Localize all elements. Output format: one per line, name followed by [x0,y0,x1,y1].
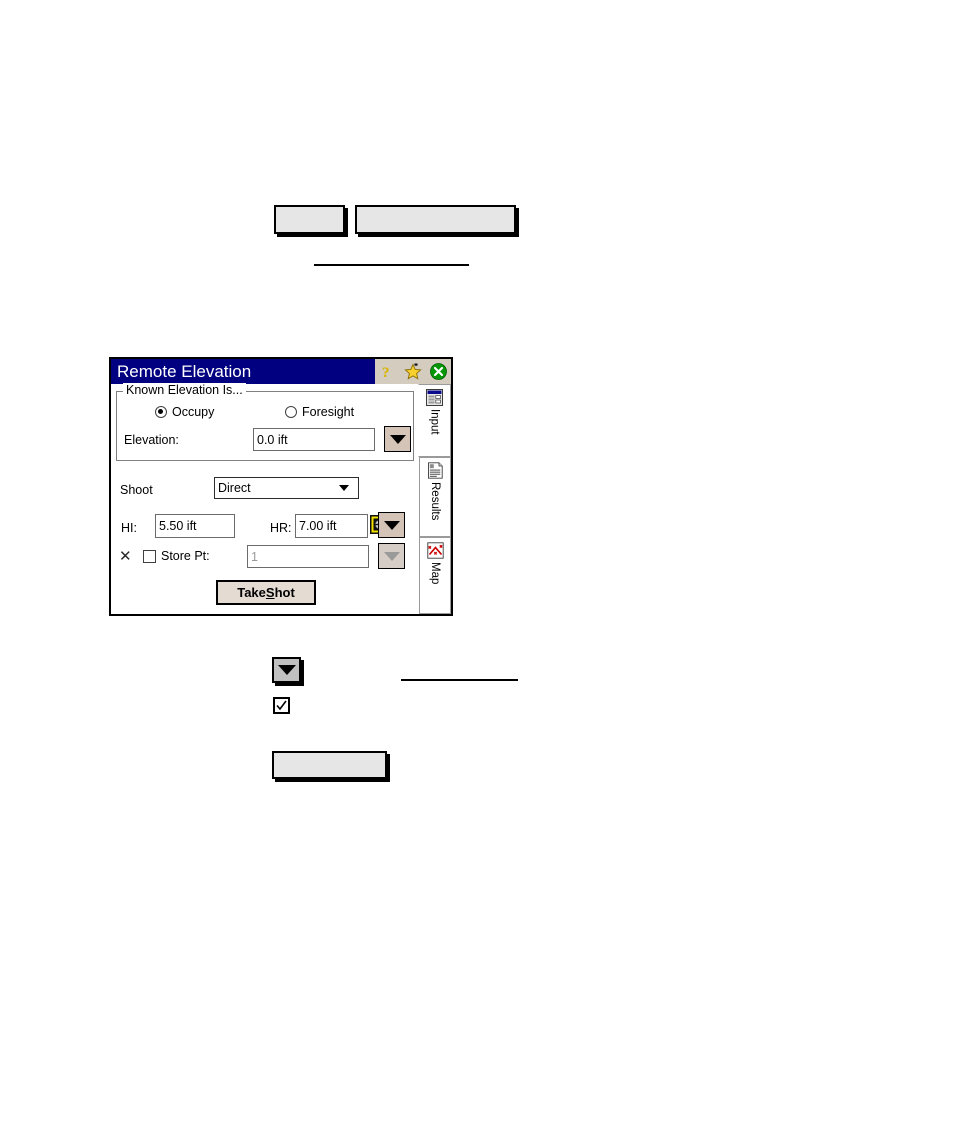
tab-input[interactable]: Input [418,384,451,457]
underline-rule-bottom [401,679,518,681]
small-callout-box [274,205,345,234]
take-shot-label-before: Take [237,585,266,600]
chevron-down-icon [339,485,349,491]
radio-occupy[interactable]: Occupy [155,405,214,419]
chevron-down-icon [383,551,400,561]
hi-input[interactable]: 5.50 ift [155,514,235,538]
document-report-icon [427,462,443,479]
tab-results[interactable]: Results [420,457,451,537]
elevation-dropdown-button[interactable] [384,426,411,452]
form-window-icon [426,389,443,406]
dialog-form-area: Known Elevation Is... Occupy Foresight E… [111,383,419,614]
elevation-input[interactable]: 0.0 ift [253,428,375,451]
take-shot-button[interactable]: Take Shot [216,580,316,605]
shoot-label: Shoot [120,483,153,497]
favorite-star-icon[interactable] [404,363,422,381]
store-pt-label: Store Pt: [161,549,210,563]
legend-checkbox[interactable] [273,697,290,714]
chevron-down-icon [389,434,406,444]
tab-results-label: Results [429,482,441,521]
favorite-star-icon-glyph [404,363,422,380]
tab-input-label: Input [428,409,441,435]
svg-text:?: ? [382,365,390,380]
close-icon-glyph [429,363,447,380]
underline-rule-top [314,264,469,266]
radio-foresight-indicator [285,406,297,418]
elevation-label: Elevation: [124,433,179,447]
radio-occupy-label: Occupy [172,405,215,419]
remote-elevation-dialog: Remote Elevation ? Known Elevation Is...… [109,357,453,616]
checkmark-icon [276,700,287,711]
dialog-title: Remote Elevation [117,361,252,381]
known-elevation-radio-row: Occupy Foresight [117,405,413,425]
x-icon[interactable]: ✕ [119,549,132,564]
titlebar-icon-group: ? [374,359,451,384]
help-icon[interactable]: ? [379,363,397,381]
store-pt-input: 1 [247,545,369,568]
close-icon[interactable] [429,363,447,381]
radio-foresight[interactable]: Foresight [285,405,354,419]
hr-label: HR: [270,521,292,535]
chevron-down-icon [383,520,400,530]
take-shot-accelerator: S [265,585,275,600]
shoot-select[interactable]: Direct [214,477,359,499]
tab-map[interactable]: Map [420,537,451,614]
known-elevation-groupbox-title: Known Elevation Is... [123,383,246,397]
hi-label: HI: [121,521,137,535]
shoot-select-value: Direct [218,481,251,495]
help-icon-glyph: ? [382,365,390,380]
legend-dropdown-button[interactable] [272,657,301,683]
wide-callout-box [355,205,516,234]
map-points-icon [426,542,444,559]
store-pt-dropdown-button [378,543,405,569]
bottom-callout-box [272,751,387,779]
dialog-titlebar: Remote Elevation ? [111,359,451,384]
chevron-down-icon [277,665,296,675]
take-shot-label-after: hot [274,585,295,600]
hr-input[interactable]: 7.00 ift [295,514,368,538]
dialog-tabstrip: Input Results Map [418,384,451,614]
radio-foresight-label: Foresight [302,405,355,419]
store-pt-checkbox[interactable] [143,550,156,563]
known-elevation-groupbox: Known Elevation Is... Occupy Foresight E… [116,383,414,461]
tab-map-label: Map [429,562,441,585]
hr-dropdown-button[interactable] [378,512,405,538]
radio-occupy-indicator [155,406,167,418]
